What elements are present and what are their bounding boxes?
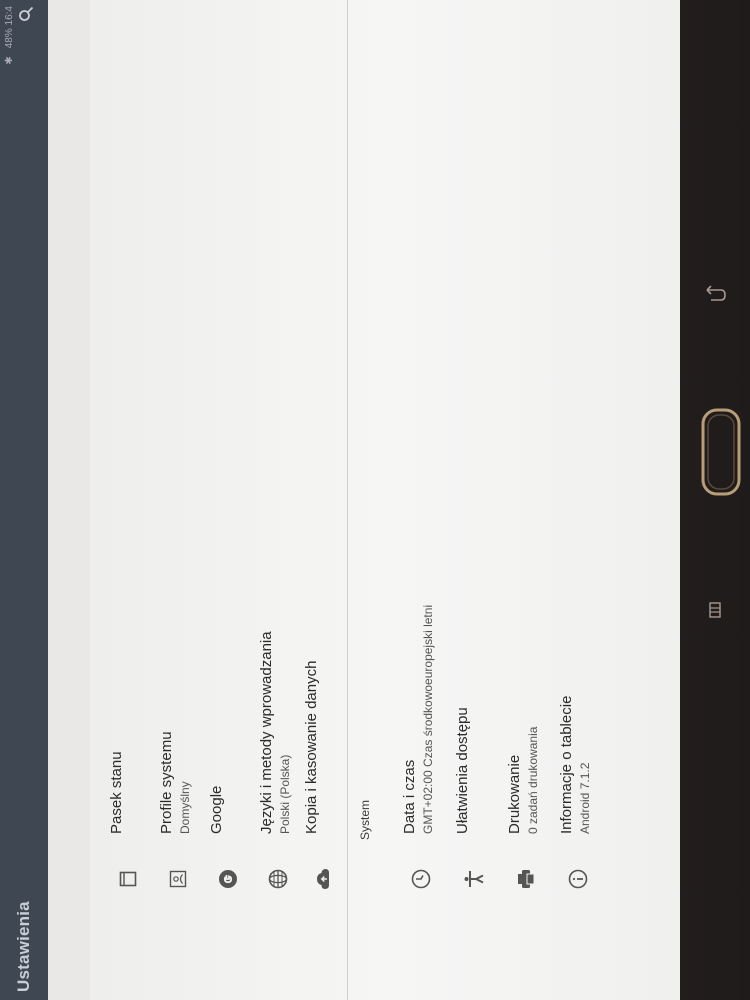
printer-icon <box>515 868 537 890</box>
item-title: Drukowanie <box>506 754 523 834</box>
list-item-kopia[interactable]: Kopia i kasowanie danych <box>295 0 351 1000</box>
item-title: Kopia i kasowanie danych <box>303 660 320 834</box>
list-item-drukowanie[interactable]: Drukowanie 0 zadań drukowania <box>498 0 554 1000</box>
accessibility-icon <box>463 868 485 890</box>
app-title: Ustawienia <box>14 901 33 992</box>
list-item-pasek-stanu[interactable]: Pasek stanu <box>100 0 156 1000</box>
cloud-icon <box>312 868 334 890</box>
item-subtitle: 0 zadań drukowania <box>526 726 540 834</box>
item-title: Profile systemu <box>158 731 175 834</box>
item-subtitle: Domyślny <box>178 781 192 834</box>
info-icon <box>567 868 589 890</box>
list-item-profile-systemu[interactable]: Profile systemu Domyślny <box>150 0 206 1000</box>
globe-icon <box>267 868 289 890</box>
item-title: Pasek stanu <box>108 751 125 834</box>
recent-apps-key-icon[interactable] <box>709 602 721 618</box>
item-title: Języki i metody wprowadzania <box>258 631 275 834</box>
app-bar: Ustawienia ✱ 48% 16:4 <box>0 0 48 1000</box>
back-key-icon[interactable] <box>706 285 726 301</box>
section-label-system: System <box>358 799 372 840</box>
list-item-google[interactable]: Google <box>200 0 256 1000</box>
item-title: Google <box>208 785 225 834</box>
status-text: 48% 16:4 <box>4 6 15 49</box>
item-title: Ułatwienia dostępu <box>454 707 471 834</box>
app-bar-extension <box>48 0 90 1000</box>
square-icon <box>117 868 139 890</box>
item-title: Informacje o tablecie <box>558 695 575 834</box>
search-icon[interactable] <box>18 6 34 22</box>
list-item-data-i-czas[interactable]: Data i czas GMT+02:00 Czas środkowoeurop… <box>393 0 449 1000</box>
list-item-ulatwienia[interactable]: Ułatwienia dostępu <box>446 0 502 1000</box>
status-bar: ✱ 48% 16:4 <box>4 6 15 65</box>
clock-icon <box>410 868 432 890</box>
item-title: Data i czas <box>401 759 418 834</box>
home-button-inner <box>707 414 735 490</box>
google-icon <box>217 868 239 890</box>
item-subtitle: Polski (Polska) <box>278 754 292 834</box>
settings-list: Pasek stanu Profile systemu Domyślny Goo… <box>90 0 680 1000</box>
bluetooth-icon: ✱ <box>4 56 15 65</box>
settings-screen: Ustawienia ✱ 48% 16:4 Pasek stanu Profil… <box>0 0 680 1000</box>
list-item-informacje[interactable]: Informacje o tablecie Android 7.1.2 <box>550 0 606 1000</box>
profile-icon <box>167 868 189 890</box>
item-subtitle: GMT+02:00 Czas środkowoeuropejski letni <box>421 604 435 834</box>
item-subtitle: Android 7.1.2 <box>578 762 592 834</box>
